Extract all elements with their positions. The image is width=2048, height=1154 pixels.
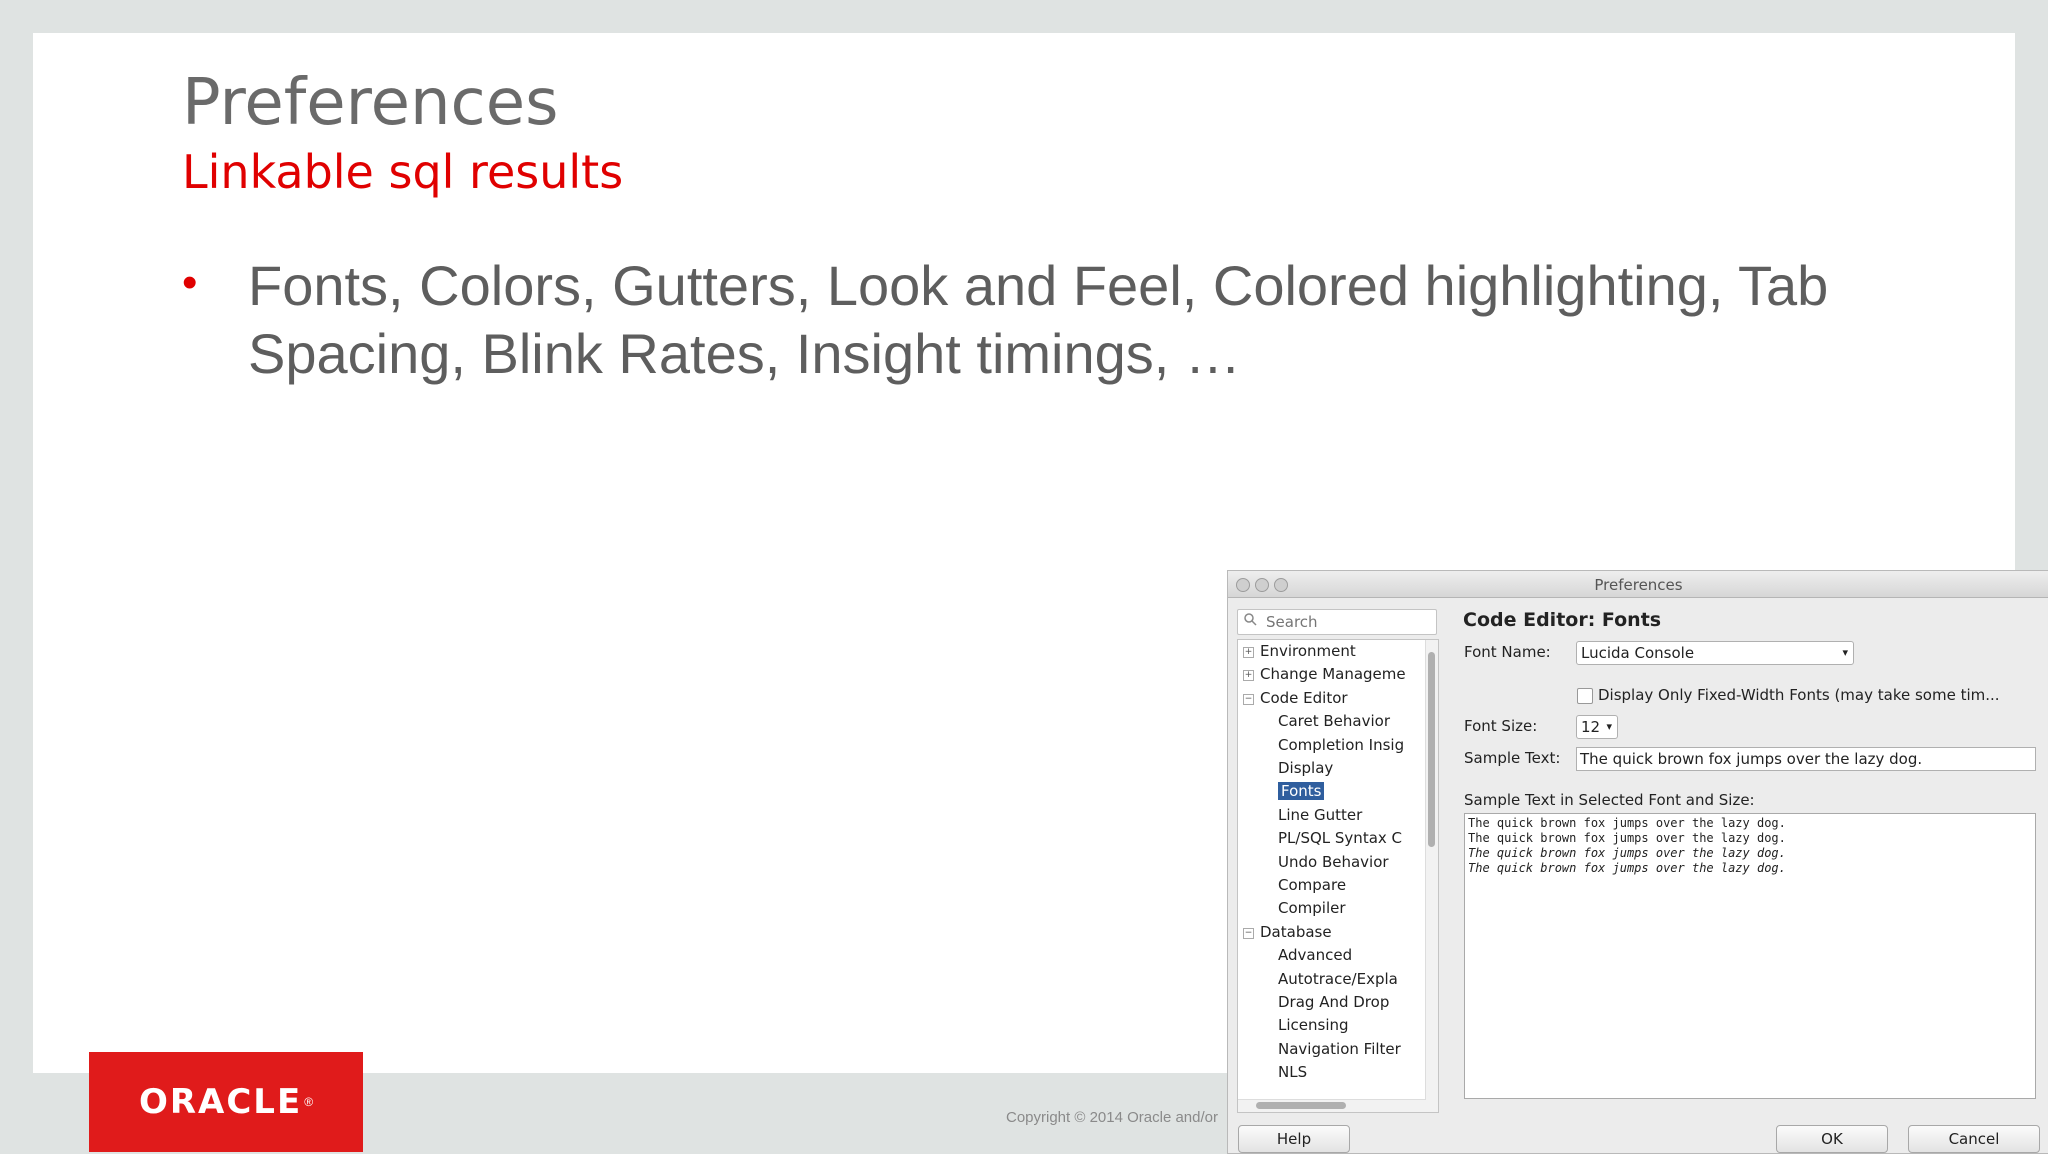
- sample-text-field[interactable]: The quick brown fox jumps over the lazy …: [1576, 747, 2036, 771]
- tree-item[interactable]: Completion Insig: [1278, 736, 1404, 758]
- tree-item[interactable]: − Database: [1243, 922, 1332, 945]
- tree-item-label: Drag And Drop: [1278, 993, 1390, 1011]
- tree-item-label: Fonts: [1278, 782, 1325, 801]
- preferences-dialog: Preferences + Environment + Change Manageme…: [1227, 570, 2048, 1154]
- chevron-down-icon: ▾: [1606, 720, 1612, 733]
- tree-scroll-thumb[interactable]: [1428, 652, 1435, 847]
- tree-item-label: Advanced: [1278, 946, 1353, 965]
- font-size-value: 12: [1581, 718, 1601, 736]
- sample-area-label: Sample Text in Selected Font and Size:: [1464, 791, 1755, 809]
- sample-line: The quick brown fox jumps over the lazy …: [1468, 816, 1786, 830]
- search-input[interactable]: [1264, 611, 1436, 633]
- tree-item[interactable]: Compiler: [1278, 899, 1346, 921]
- slide-subtitle: Linkable sql results: [182, 145, 624, 199]
- font-name-value: Lucida Console: [1581, 644, 1695, 662]
- copyright-text: Copyright © 2014 Oracle and/or: [1006, 1109, 1218, 1126]
- tree-item[interactable]: Compare: [1278, 876, 1346, 898]
- font-size-select[interactable]: 12 ▾: [1576, 715, 1618, 739]
- tree-item[interactable]: Fonts: [1278, 782, 1325, 804]
- sample-text-label: Sample Text:: [1464, 749, 1561, 767]
- tree-item[interactable]: Autotrace/Expla: [1278, 970, 1398, 992]
- tree-horizontal-scrollbar[interactable]: [1238, 1099, 1426, 1112]
- tree-item[interactable]: PL/SQL Syntax C: [1278, 829, 1402, 851]
- tree-item[interactable]: − Code Editor: [1243, 688, 1348, 711]
- dialog-titlebar: Preferences: [1228, 571, 2048, 598]
- tree-item-label: Environment: [1260, 642, 1356, 660]
- ok-button[interactable]: OK: [1776, 1125, 1888, 1153]
- tree-item[interactable]: + Change Manageme: [1243, 665, 1406, 687]
- slide-title: Preferences: [182, 66, 559, 140]
- tree-item-label: Caret Behavior: [1278, 712, 1390, 731]
- sample-line: The quick brown fox jumps over the lazy …: [1468, 861, 1786, 875]
- logo-registered-mark: ®: [304, 1095, 314, 1109]
- oracle-logo: ORACLE ®: [89, 1052, 363, 1152]
- tree-item-label: Compiler: [1278, 899, 1346, 918]
- logo-text: ORACLE: [138, 1082, 303, 1122]
- sample-line: The quick brown fox jumps over the lazy …: [1468, 831, 1786, 845]
- tree-item[interactable]: Advanced: [1278, 946, 1352, 968]
- collapse-icon[interactable]: −: [1243, 693, 1254, 705]
- tree-item-label: Display: [1278, 759, 1334, 777]
- chevron-down-icon: ▾: [1842, 646, 1848, 659]
- fixed-width-checkbox[interactable]: [1577, 688, 1593, 704]
- search-icon: [1244, 612, 1257, 630]
- sample-text-preview: The quick brown fox jumps over the lazy …: [1464, 813, 2036, 1099]
- tree-item-label: NLS: [1278, 1063, 1308, 1082]
- tree-item-label: Navigation Filter: [1278, 1039, 1401, 1058]
- fixed-width-label: Display Only Fixed-Width Fonts (may take…: [1598, 686, 2000, 704]
- font-name-label: Font Name:: [1464, 643, 1551, 661]
- bullet-marker: •: [182, 258, 198, 307]
- tree-item-label: Licensing: [1278, 1016, 1349, 1035]
- tree-vertical-scrollbar[interactable]: [1425, 640, 1438, 1112]
- tree-item[interactable]: Drag And Drop: [1278, 993, 1389, 1015]
- tree-item-label: Code Editor: [1260, 688, 1348, 707]
- tree-item-label: PL/SQL Syntax C: [1278, 829, 1403, 848]
- search-box[interactable]: [1237, 609, 1437, 635]
- expand-icon[interactable]: +: [1243, 647, 1254, 658]
- dialog-title: Preferences: [1594, 576, 1683, 594]
- font-name-select[interactable]: Lucida Console ▾: [1576, 641, 1854, 665]
- expand-icon[interactable]: +: [1243, 670, 1254, 682]
- collapse-icon[interactable]: −: [1243, 927, 1254, 939]
- tree-hscroll-thumb[interactable]: [1256, 1102, 1346, 1109]
- tree-item-label: Undo Behavior: [1278, 852, 1389, 871]
- font-size-label: Font Size:: [1464, 717, 1538, 735]
- panel-title: Code Editor: Fonts: [1463, 609, 1662, 631]
- tree-item-label: Completion Insig: [1278, 735, 1405, 754]
- tree-item-label: Autotrace/Expla: [1278, 969, 1398, 988]
- tree-item[interactable]: Licensing: [1278, 1016, 1349, 1038]
- tree-item[interactable]: Navigation Filter: [1278, 1040, 1401, 1062]
- sample-line: The quick brown fox jumps over the lazy …: [1468, 846, 1786, 860]
- tree-item-label: Database: [1260, 922, 1332, 941]
- tree-item[interactable]: Undo Behavior: [1278, 853, 1389, 875]
- preferences-tree[interactable]: + Environment + Change Manageme − Code Editor…: [1237, 639, 1439, 1113]
- help-button[interactable]: Help: [1238, 1125, 1350, 1153]
- tree-item-label: Line Gutter: [1278, 805, 1363, 824]
- tree-item[interactable]: NLS: [1278, 1063, 1307, 1085]
- tree-item[interactable]: Caret Behavior: [1278, 712, 1390, 734]
- tree-item-label: Compare: [1278, 876, 1347, 894]
- cancel-button[interactable]: Cancel: [1908, 1125, 2040, 1153]
- tree-item-label: Change Manageme: [1260, 665, 1406, 684]
- tree-item[interactable]: Display: [1278, 759, 1333, 781]
- tree-item[interactable]: Line Gutter: [1278, 806, 1362, 828]
- tree-item[interactable]: + Environment: [1243, 642, 1356, 664]
- bullet-text: Fonts, Colors, Gutters, Look and Feel, C…: [248, 254, 1829, 385]
